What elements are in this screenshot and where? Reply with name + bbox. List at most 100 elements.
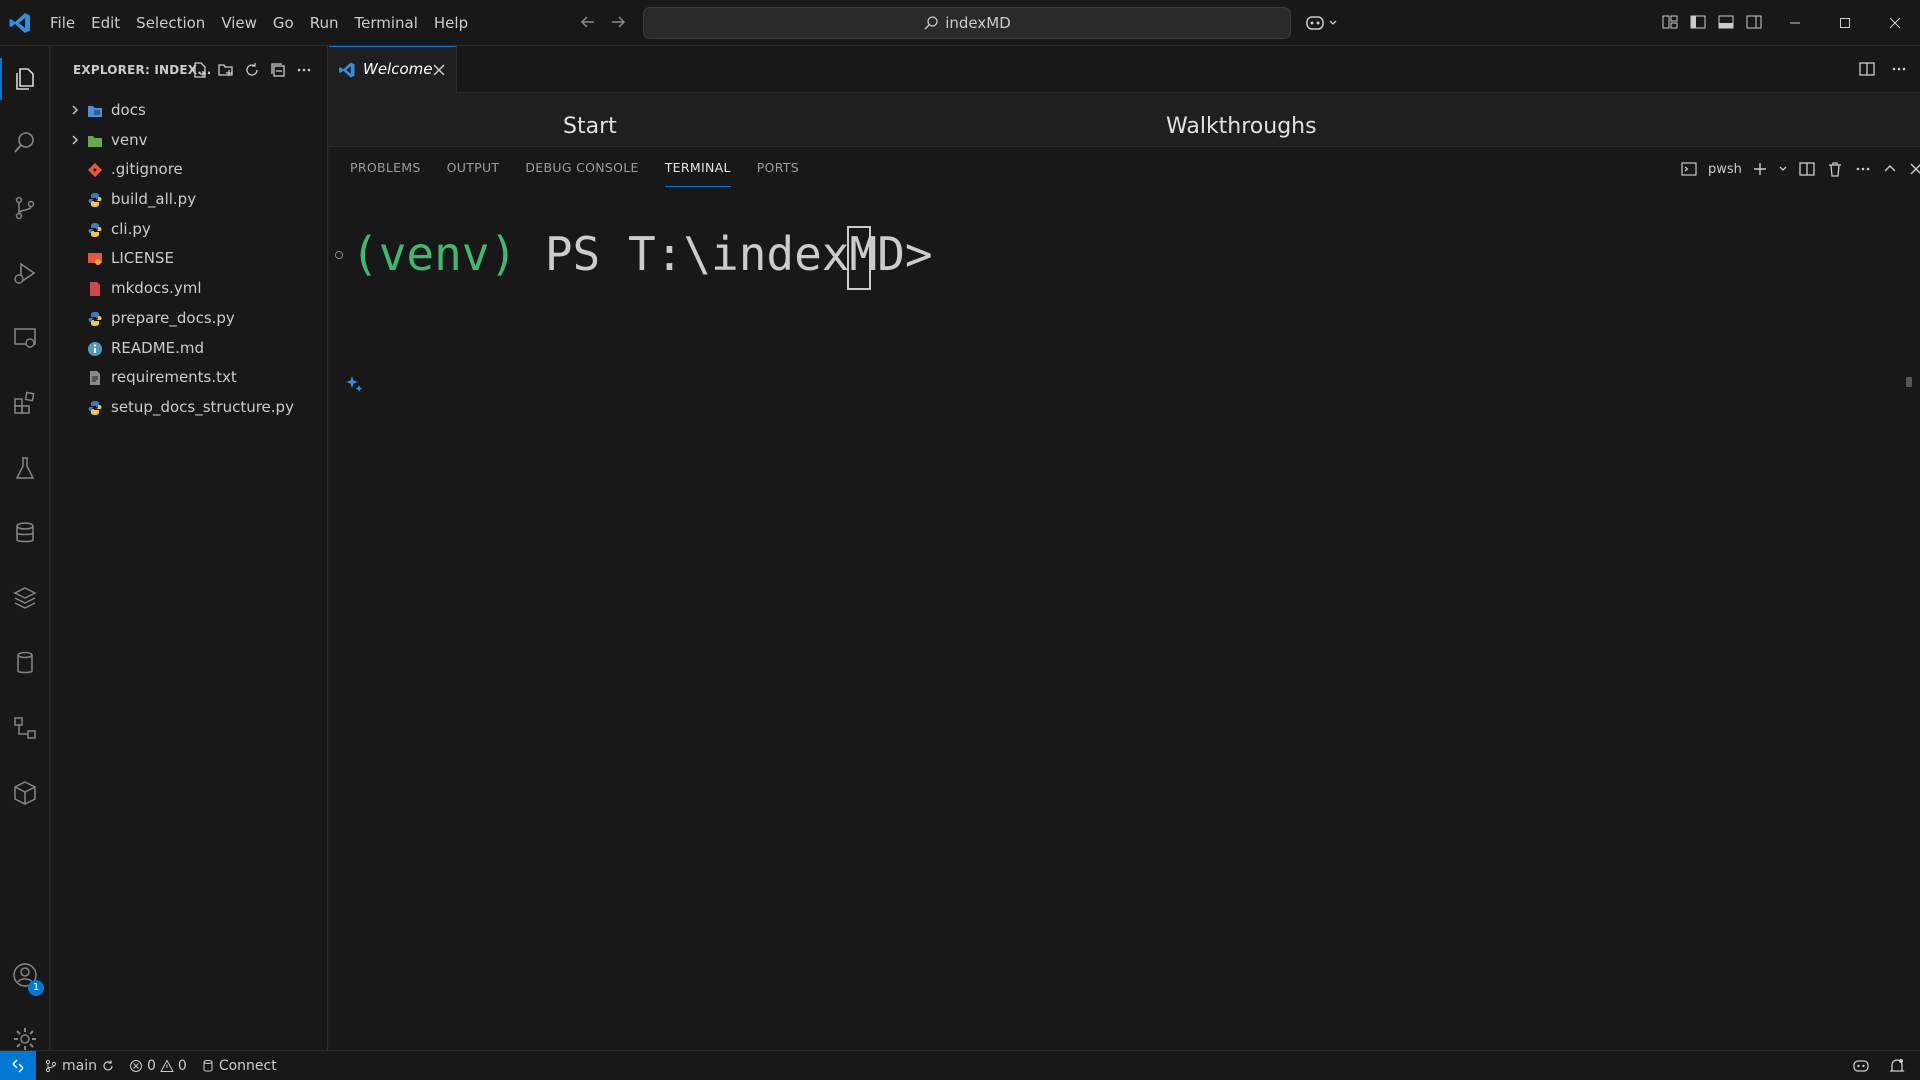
accounts-icon[interactable]: 1: [0, 950, 50, 1000]
terminal-shell-icon[interactable]: [1680, 160, 1698, 178]
minimize-button[interactable]: [1770, 0, 1820, 46]
more-actions-icon[interactable]: [1854, 160, 1872, 178]
collapse-all-icon[interactable]: [269, 61, 287, 79]
menu-terminal[interactable]: Terminal: [349, 9, 424, 37]
problems-indicator[interactable]: 0 0: [129, 1058, 187, 1074]
forward-arrow-icon[interactable]: [608, 12, 628, 32]
error-icon: [129, 1060, 142, 1072]
chevron-down-icon[interactable]: [1778, 164, 1788, 174]
remote-indicator-button[interactable]: [0, 1051, 36, 1080]
tree-item-docs[interactable]: docs: [51, 96, 328, 126]
sync-icon[interactable]: [101, 1059, 115, 1073]
terminal-scrollbar[interactable]: [1906, 377, 1912, 387]
layers-icon[interactable]: [0, 573, 50, 623]
branch-icon: [45, 1059, 57, 1073]
branch-indicator[interactable]: main: [44, 1058, 115, 1074]
tree-item-label: docs: [111, 101, 146, 119]
customize-layout-icon[interactable]: [1660, 12, 1680, 32]
explorer-header: EXPLORER: INDEX...: [51, 46, 328, 96]
tab-output[interactable]: OUTPUT: [447, 147, 500, 191]
close-icon[interactable]: [431, 62, 447, 78]
copilot-status-icon[interactable]: [1852, 1057, 1870, 1075]
new-file-icon[interactable]: [191, 61, 209, 79]
tree-item-gitignore[interactable]: .gitignore: [51, 155, 328, 185]
menu-selection[interactable]: Selection: [130, 9, 211, 37]
explorer-sidebar: EXPLORER: INDEX... docs venv .gitignore …: [51, 46, 328, 1050]
database-icon[interactable]: [0, 508, 50, 558]
command-center[interactable]: indexMD: [643, 7, 1291, 39]
menu-bar: File Edit Selection View Go Run Terminal…: [44, 0, 478, 46]
run-debug-icon[interactable]: [0, 248, 50, 298]
maximize-panel-icon[interactable]: [1882, 161, 1898, 177]
warning-icon: [160, 1059, 174, 1072]
remote-explorer-icon[interactable]: [0, 313, 50, 363]
cylinder-storage-icon[interactable]: [0, 638, 50, 688]
tree-item-readme[interactable]: README.md: [51, 334, 328, 364]
source-control-icon[interactable]: [0, 183, 50, 233]
error-count: 0: [146, 1058, 156, 1074]
close-window-button[interactable]: [1870, 0, 1920, 46]
refresh-icon[interactable]: [243, 61, 261, 79]
new-terminal-icon[interactable]: [1752, 161, 1768, 177]
explorer-icon[interactable]: [0, 54, 50, 104]
terminal-view[interactable]: (venv) PS T:\indexMD>: [329, 197, 1920, 1051]
tree-item-label: .gitignore: [111, 160, 183, 179]
toggle-primary-sidebar-icon[interactable]: [1688, 12, 1708, 32]
sparkle-icon[interactable]: [345, 374, 365, 394]
package-cube-icon[interactable]: [0, 768, 50, 818]
close-panel-icon[interactable]: [1908, 161, 1920, 177]
menu-run[interactable]: Run: [304, 9, 345, 37]
chevron-right-icon: [69, 104, 81, 116]
tree-item-setup-docs-structure[interactable]: setup_docs_structure.py: [51, 393, 328, 423]
tree-item-label: prepare_docs.py: [111, 308, 235, 327]
trash-icon[interactable]: [1826, 160, 1844, 178]
more-actions-icon[interactable]: [295, 61, 313, 79]
toggle-panel-icon[interactable]: [1716, 12, 1736, 32]
tree-item-venv[interactable]: venv: [51, 126, 328, 156]
python-icon: [87, 400, 103, 416]
tree-item-build-all[interactable]: build_all.py: [51, 185, 328, 215]
tab-debug-console[interactable]: DEBUG CONSOLE: [525, 147, 638, 191]
testing-flask-icon[interactable]: [0, 443, 50, 493]
maximize-button[interactable]: [1820, 0, 1870, 46]
tab-problems[interactable]: PROBLEMS: [350, 147, 421, 191]
activity-bar: 1: [0, 46, 50, 1050]
python-icon: [87, 192, 103, 208]
copilot-menu[interactable]: [1304, 12, 1338, 34]
new-folder-icon[interactable]: [217, 61, 235, 79]
workflow-icon[interactable]: [0, 703, 50, 753]
search-icon: [923, 15, 939, 31]
notifications-bell-icon[interactable]: [1888, 1057, 1906, 1075]
menu-edit[interactable]: Edit: [85, 9, 126, 37]
tree-item-cli[interactable]: cli.py: [51, 215, 328, 245]
text-file-icon: [87, 370, 103, 386]
command-decoration-icon: [335, 251, 343, 259]
back-arrow-icon[interactable]: [578, 12, 598, 32]
terminal-prompt: (venv) PS T:\indexMD>: [351, 227, 933, 281]
menu-help[interactable]: Help: [428, 9, 474, 37]
tab-ports[interactable]: PORTS: [757, 147, 799, 191]
shell-label[interactable]: pwsh: [1708, 162, 1742, 177]
tab-welcome[interactable]: Welcome: [329, 46, 457, 93]
connect-indicator[interactable]: Connect: [201, 1058, 277, 1074]
toggle-secondary-sidebar-icon[interactable]: [1744, 12, 1764, 32]
menu-go[interactable]: Go: [267, 9, 300, 37]
tree-item-mkdocs[interactable]: mkdocs.yml: [51, 274, 328, 304]
tree-item-prepare-docs[interactable]: prepare_docs.py: [51, 304, 328, 334]
split-editor-icon[interactable]: [1858, 60, 1876, 78]
extensions-icon[interactable]: [0, 378, 50, 428]
branch-name: main: [62, 1058, 97, 1074]
split-terminal-icon[interactable]: [1798, 160, 1816, 178]
status-bar: main 0 0 Connect: [0, 1050, 1920, 1080]
tree-item-license[interactable]: LICENSE: [51, 244, 328, 274]
copilot-icon: [1304, 12, 1326, 34]
menu-file[interactable]: File: [44, 9, 81, 37]
tree-item-requirements[interactable]: requirements.txt: [51, 363, 328, 393]
tab-terminal[interactable]: TERMINAL: [664, 151, 731, 187]
docs-folder-icon: [87, 103, 103, 119]
more-actions-icon[interactable]: [1890, 60, 1908, 78]
menu-view[interactable]: View: [215, 9, 263, 37]
search-activity-icon[interactable]: [0, 118, 50, 168]
git-icon: [87, 162, 103, 178]
yaml-icon: [87, 281, 103, 297]
